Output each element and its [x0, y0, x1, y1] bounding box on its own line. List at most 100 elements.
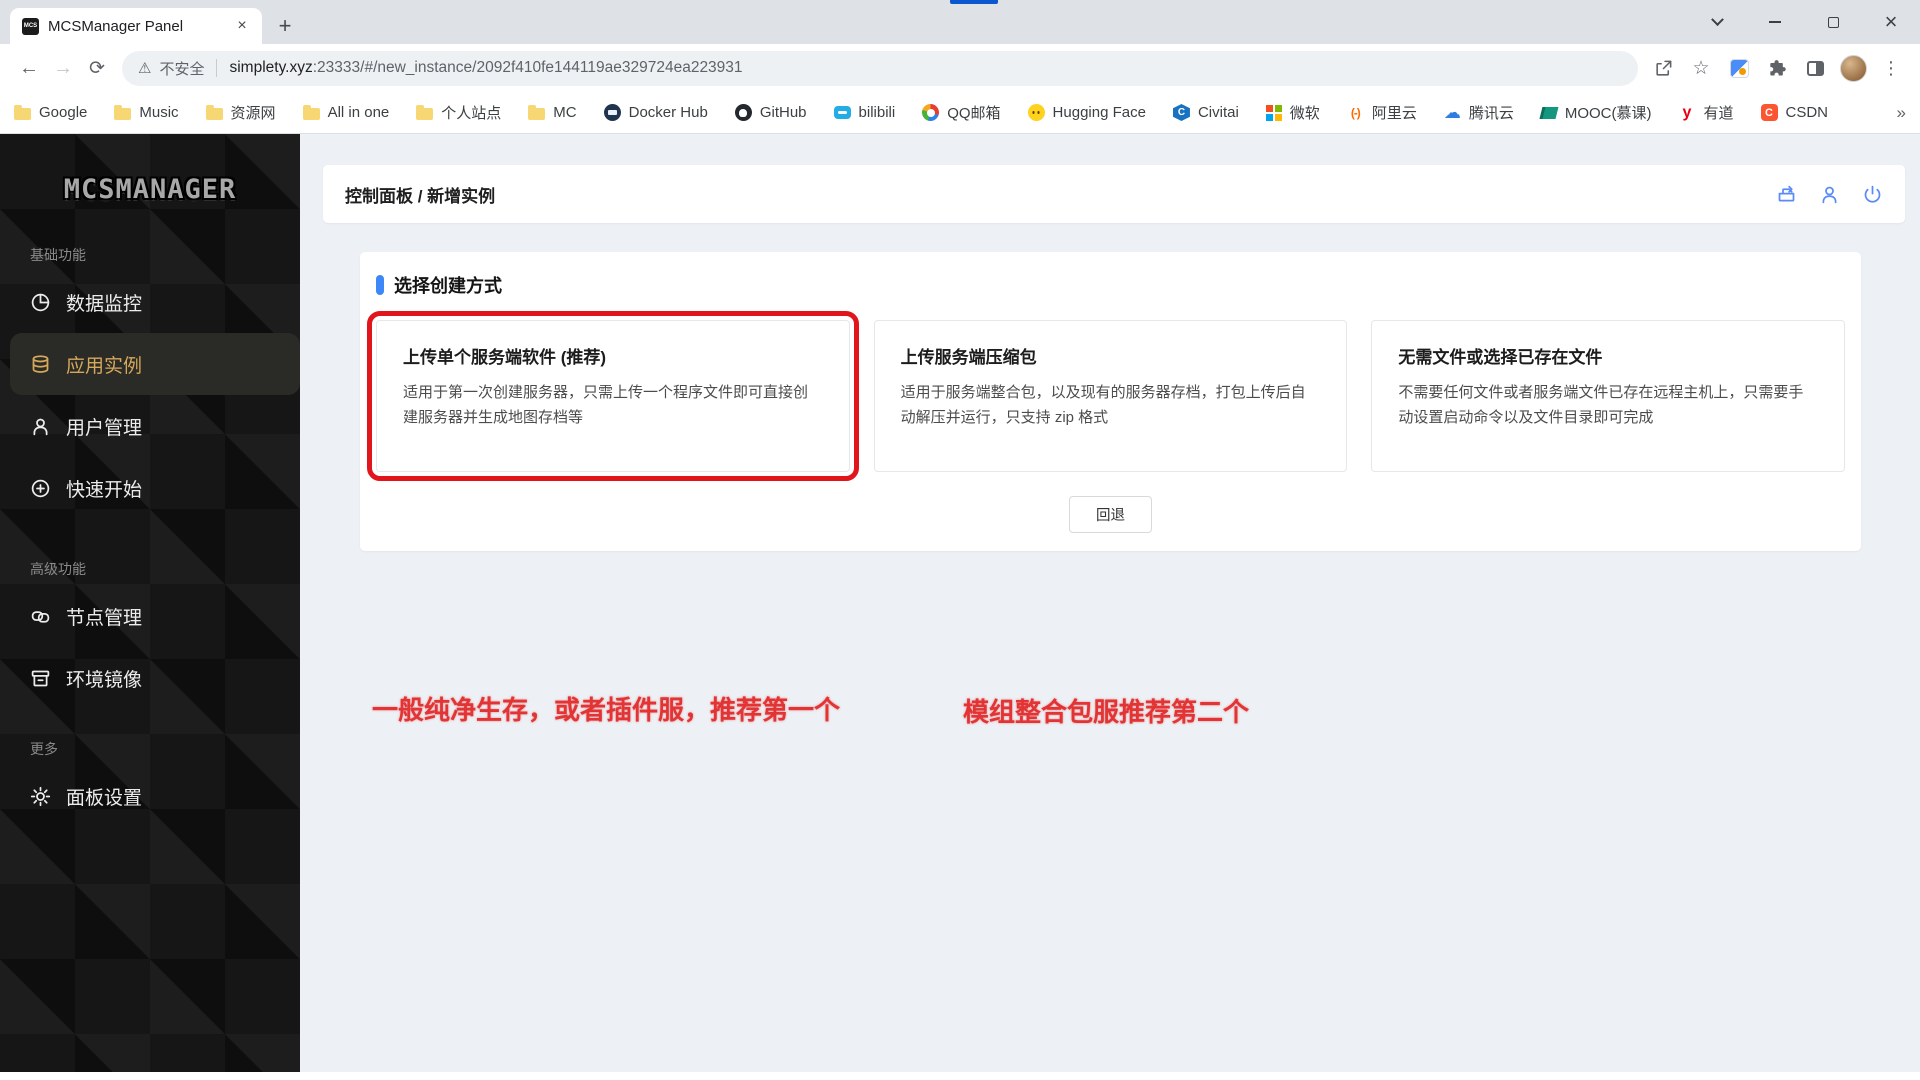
sidebar-item-instances[interactable]: 应用实例: [10, 333, 300, 395]
bookmark-civitai[interactable]: Civitai: [1172, 104, 1239, 121]
sidebar-section-basic: 基础功能: [30, 247, 86, 263]
profile-avatar[interactable]: [1836, 51, 1870, 85]
security-label[interactable]: 不安全: [159, 58, 204, 79]
back-button[interactable]: 回退: [1069, 496, 1152, 533]
user-icon: [33, 418, 48, 435]
bookmark-music[interactable]: Music: [114, 104, 179, 121]
card-title: 上传单个服务端软件 (推荐): [403, 348, 607, 367]
bookmark-tencent-cloud[interactable]: 腾讯云: [1444, 102, 1514, 123]
panel-title-row: 选择创建方式: [376, 272, 1845, 298]
aliyun-icon: [1347, 104, 1364, 121]
new-tab-button[interactable]: [270, 11, 300, 41]
box-arrow-icon[interactable]: [1776, 184, 1797, 205]
bookmark-label: Music: [139, 104, 179, 121]
bookmark-csdn[interactable]: CSDN: [1760, 104, 1828, 121]
share-icon[interactable]: [1646, 51, 1680, 85]
url-text[interactable]: simplety.xyz:23333/#/new_instance/2092f4…: [229, 59, 742, 77]
pie-chart-icon: [31, 293, 50, 311]
sidebar-item-data-monitor[interactable]: 数据监控: [0, 271, 300, 333]
folder-icon: [528, 105, 546, 120]
mooc-icon: [1539, 106, 1559, 119]
browser-tab[interactable]: MCS MCSManager Panel: [10, 8, 262, 44]
folder-icon: [14, 105, 31, 120]
bookmark-label: 资源网: [230, 105, 276, 122]
bookmark-label: 腾讯云: [1468, 105, 1514, 122]
browser-menu-icon[interactable]: [1874, 51, 1908, 85]
minimize-button[interactable]: [1746, 0, 1804, 44]
tab-search-icon[interactable]: [1688, 0, 1746, 44]
bookmark-docker-hub[interactable]: Docker Hub: [603, 104, 708, 121]
bookmark-label: Civitai: [1197, 104, 1239, 121]
side-panel-icon[interactable]: [1798, 51, 1832, 85]
url-path: :23333/#/new_instance/2092f410fe144119ae…: [312, 59, 743, 76]
sidebar-section-more: 更多: [30, 741, 58, 757]
bookmark-mc[interactable]: MC: [528, 104, 577, 121]
bookmarks-overflow-icon[interactable]: [1897, 103, 1906, 123]
plus-circle-icon: [31, 479, 50, 497]
card-description: 适用于服务端整合包，以及现有的服务器存档，打包上传后自动解压并运行，只支持 zi…: [900, 384, 1306, 426]
panel-title: 选择创建方式: [394, 276, 502, 296]
tab-title: MCSManager Panel: [48, 17, 184, 35]
sidebar-item-label: 数据监控: [66, 293, 143, 315]
bookmark-personal-sites[interactable]: 个人站点: [416, 102, 501, 123]
card-upload-zip-package[interactable]: 上传服务端压缩包 适用于服务端整合包，以及现有的服务器存档，打包上传后自动解压并…: [873, 320, 1348, 472]
link-icon: [31, 610, 50, 623]
bookmark-bilibili[interactable]: bilibili: [833, 104, 896, 121]
card-title: 上传服务端压缩包: [900, 348, 1037, 367]
header-actions: [1776, 184, 1883, 205]
tab-close-icon[interactable]: [232, 16, 252, 36]
bookmark-mooc[interactable]: MOOC(慕课): [1539, 102, 1652, 123]
bookmark-label: 有道: [1703, 105, 1734, 122]
card-upload-single-server[interactable]: 上传单个服务端软件 (推荐) 适用于第一次创建服务器，只需上传一个程序文件即可直…: [367, 311, 859, 481]
mcsmanager-page: MCSMANAGER 基础功能 数据监控 应用实例 用户管理 快速开始 高级功能: [0, 134, 1920, 1072]
sidebar-item-quickstart[interactable]: 快速开始: [0, 457, 300, 519]
bookmark-qq-mail[interactable]: QQ邮箱: [922, 102, 1001, 123]
bookmark-ziyuanwang[interactable]: 资源网: [205, 102, 276, 123]
card-title: 无需文件或选择已存在文件: [1398, 348, 1603, 367]
breadcrumb: 控制面板 / 新增实例: [345, 186, 496, 206]
back-icon[interactable]: [12, 51, 46, 85]
hugging-face-icon: [1027, 104, 1045, 121]
address-input[interactable]: 不安全 simplety.xyz:23333/#/new_instance/20…: [122, 50, 1638, 86]
card-description: 适用于第一次创建服务器，只需上传一个程序文件即可直接创建服务器并生成地图存档等: [403, 384, 809, 426]
bookmark-aliyun[interactable]: 阿里云: [1347, 102, 1417, 123]
extensions-puzzle-icon[interactable]: [1760, 51, 1794, 85]
sidebar-item-nodes[interactable]: 节点管理: [0, 585, 300, 647]
main-content: 控制面板 / 新增实例 选择创建方式 上传单个服务端软件 (推荐) 适用于第一次…: [300, 134, 1920, 1072]
maximize-button[interactable]: [1804, 0, 1862, 44]
card-no-file-existing[interactable]: 无需文件或选择已存在文件 不需要任何文件或者服务端文件已存在远程主机上，只需要手…: [1371, 320, 1846, 472]
url-divider: [216, 59, 218, 77]
sidebar-item-panel-settings[interactable]: 面板设置: [0, 765, 300, 827]
sidebar-item-users[interactable]: 用户管理: [0, 395, 300, 457]
create-method-panel: 选择创建方式 上传单个服务端软件 (推荐) 适用于第一次创建服务器，只需上传一个…: [360, 252, 1861, 551]
not-secure-warning-icon[interactable]: [138, 59, 151, 78]
reload-icon[interactable]: [80, 51, 114, 85]
bookmark-label: QQ邮箱: [947, 105, 1001, 122]
sidebar-item-images[interactable]: 环境镜像: [0, 647, 300, 709]
database-icon: [32, 354, 49, 373]
bookmark-label: Google: [39, 104, 88, 121]
browser-window: MCS MCSManager Panel 不安全 simplety.xyz:23…: [0, 0, 1920, 1072]
sidebar-item-label: 用户管理: [66, 417, 143, 439]
sidebar-item-label: 应用实例: [66, 355, 143, 377]
mcsmanager-logo: MCSMANAGER: [63, 174, 237, 205]
bookmark-label: Hugging Face: [1052, 104, 1146, 121]
close-button[interactable]: [1862, 0, 1920, 44]
microsoft-icon: [1265, 104, 1282, 121]
power-icon[interactable]: [1862, 184, 1883, 205]
sidebar: MCSMANAGER 基础功能 数据监控 应用实例 用户管理 快速开始 高级功能: [0, 134, 300, 1072]
bookmark-hugging-face[interactable]: Hugging Face: [1027, 104, 1146, 121]
bookmark-star-icon[interactable]: [1684, 51, 1718, 85]
bookmark-microsoft[interactable]: 微软: [1265, 102, 1320, 123]
bookmark-label: 微软: [1289, 105, 1320, 122]
user-icon[interactable]: [1819, 184, 1840, 205]
annotation-first-option: 一般纯净生存，或者插件服，推荐第一个: [372, 695, 841, 725]
bookmark-label: All in one: [327, 104, 390, 121]
bookmark-google[interactable]: Google: [14, 104, 87, 121]
bookmark-all-in-one[interactable]: All in one: [302, 104, 390, 121]
extension-colorful-icon[interactable]: [1722, 51, 1756, 85]
mcsmanager-favicon-icon: MCS: [22, 17, 39, 35]
bookmark-label: bilibili: [858, 104, 896, 121]
bookmark-youdao[interactable]: 有道: [1679, 102, 1734, 123]
bookmark-github[interactable]: GitHub: [734, 104, 807, 121]
